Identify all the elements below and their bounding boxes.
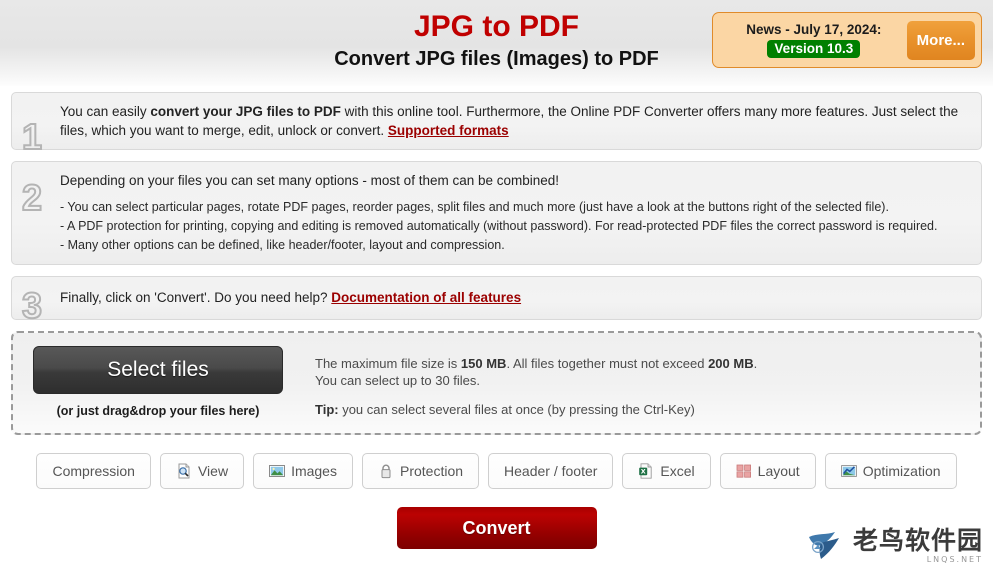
watermark-subtext: LNQS.NET: [926, 555, 983, 564]
select-files-button[interactable]: Select files: [33, 346, 283, 394]
convert-button[interactable]: Convert: [396, 507, 597, 549]
chart-icon: [840, 463, 857, 479]
step-2-heading: Depending on your files you can set many…: [60, 173, 560, 188]
info-suffix: .: [753, 356, 758, 371]
step-1-text-a: You can easily: [60, 104, 151, 119]
tool-label-view: View: [197, 463, 229, 479]
version-badge: Version 10.3: [767, 39, 861, 59]
watermark: 老鸟软件园 LNQS.NET: [805, 528, 983, 564]
step-number-3: 3: [21, 285, 43, 326]
drag-drop-hint: (or just drag&drop your files here): [56, 404, 260, 418]
tool-label-images: Images: [291, 463, 337, 479]
tool-label-layout: Layout: [757, 463, 800, 479]
tool-button-excel[interactable]: X Excel: [622, 453, 711, 489]
padlock-icon: [378, 463, 394, 479]
watermark-text: 老鸟软件园: [852, 526, 983, 555]
file-dropzone[interactable]: Select files (or just drag&drop your fil…: [11, 331, 982, 435]
tool-button-compression[interactable]: Compression: [36, 453, 151, 489]
tool-label-excel: Excel: [660, 463, 695, 479]
options-toolbar: Compression View Images Protection Heade…: [0, 453, 993, 489]
file-count-info: You can select up to 30 files.: [315, 373, 481, 388]
step-2-bullet-2: - A PDF protection for printing, copying…: [60, 219, 938, 233]
tip-label: Tip:: [315, 402, 339, 417]
step-number-2: 2: [21, 177, 43, 218]
max-total-size: 200 MB: [708, 356, 754, 371]
page-header: JPG to PDF Convert JPG files (Images) to…: [0, 0, 993, 86]
news-text-group: News - July 17, 2024: Version 10.3: [721, 21, 907, 59]
news-date-label: News - July 17, 2024:: [746, 21, 882, 37]
tip-line: Tip: you can select several files at onc…: [315, 402, 980, 417]
tool-button-view[interactable]: View: [159, 453, 245, 489]
news-more-button[interactable]: More...: [906, 20, 975, 60]
file-size-info: The maximum file size is 150 MB. All fil…: [315, 355, 980, 389]
grid-squares-icon: [736, 463, 752, 479]
dropzone-left: Select files (or just drag&drop your fil…: [13, 346, 303, 418]
svg-text:X: X: [641, 467, 646, 475]
info-prefix: The maximum file size is: [315, 356, 461, 371]
tool-label-header-footer: Header / footer: [504, 463, 598, 479]
dropzone-info: The maximum file size is 150 MB. All fil…: [303, 346, 980, 417]
watermark-text-group: 老鸟软件园 LNQS.NET: [853, 528, 983, 564]
bird-logo-icon: [805, 529, 847, 563]
supported-formats-link[interactable]: Supported formats: [388, 123, 509, 138]
step-panel-3: 3 Finally, click on 'Convert'. Do you ne…: [11, 276, 982, 325]
tip-text: you can select several files at once (by…: [338, 402, 695, 417]
tool-label-protection: Protection: [399, 463, 464, 479]
tool-button-protection[interactable]: Protection: [361, 453, 480, 489]
excel-icon: X: [638, 463, 654, 479]
step-2-bullet-3: - Many other options can be defined, lik…: [60, 238, 505, 252]
picture-icon: [269, 463, 286, 479]
info-mid: . All files together must not exceed: [506, 356, 709, 371]
magnifier-page-icon: [176, 463, 192, 479]
step-panel-2: 2 Depending on your files you can set ma…: [11, 161, 982, 265]
tool-button-images[interactable]: Images: [253, 453, 353, 489]
step-1-text: You can easily convert your JPG files to…: [60, 102, 967, 140]
max-file-size: 150 MB: [460, 356, 507, 371]
step-3-text-a: Finally, click on 'Convert'. Do you need…: [60, 290, 332, 305]
tool-button-layout[interactable]: Layout: [719, 453, 816, 489]
documentation-link[interactable]: Documentation of all features: [331, 290, 521, 305]
tool-button-header-footer[interactable]: Header / footer: [488, 453, 614, 489]
news-banner: News - July 17, 2024: Version 10.3 More.…: [712, 12, 982, 68]
step-number-1: 1: [21, 116, 43, 157]
step-2-bullet-1: - You can select particular pages, rotat…: [60, 200, 889, 214]
tool-label-compression: Compression: [52, 463, 135, 479]
tool-button-optimization[interactable]: Optimization: [824, 453, 957, 489]
step-1-text-bold: convert your JPG files to PDF: [150, 104, 341, 119]
step-3-text: Finally, click on 'Convert'. Do you need…: [60, 288, 967, 307]
tool-label-optimization: Optimization: [862, 463, 941, 479]
step-2-bullets: - You can select particular pages, rotat…: [60, 198, 967, 255]
step-panel-1: 1 You can easily convert your JPG files …: [11, 92, 982, 156]
